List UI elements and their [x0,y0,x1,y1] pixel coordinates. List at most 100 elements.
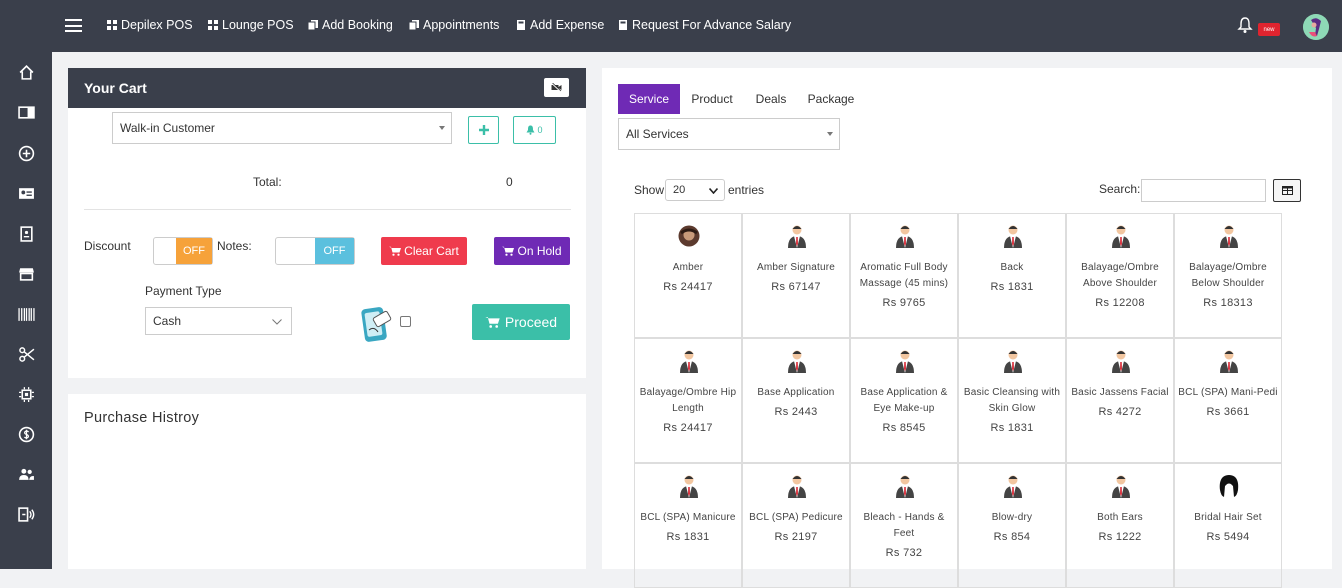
card-payment-checkbox[interactable] [400,316,411,327]
service-card[interactable]: Balayage/Ombre Above Shoulder Rs 12208 [1066,213,1174,338]
service-card[interactable]: Bleach - Hands & Feet Rs 732 [850,463,958,588]
service-text: BCL (SPA) Manicure Rs 1831 [637,510,739,545]
service-text: Both Ears Rs 1222 [1069,510,1171,545]
video-off-button[interactable] [544,78,569,97]
stylist-icon [894,349,916,373]
dispatch-icon[interactable] [16,504,36,524]
service-price: Rs 732 [885,547,923,559]
tab-package[interactable]: Package [802,84,860,114]
stylist-icon [678,474,700,498]
divider [84,209,571,210]
customer-select[interactable]: Walk-in Customer [112,112,452,144]
stylist-icon [1002,474,1024,498]
grid-view-button[interactable] [1273,179,1301,202]
service-card[interactable]: Balayage/Ombre Below Shoulder Rs 18313 [1174,213,1282,338]
service-text: Amber Signature Rs 67147 [745,260,847,295]
columns-icon[interactable] [16,102,36,122]
service-card[interactable]: Bridal Hair Set Rs 5494 [1174,463,1282,588]
service-name: Bleach - Hands & Feet [863,512,945,539]
purchase-history-panel: Purchase Histroy [68,394,586,569]
proceed-label: Proceed [504,314,558,330]
service-filter-value: All Services [626,127,689,141]
tab-product[interactable]: Product [686,84,738,114]
hamburger-menu-icon[interactable] [65,19,82,32]
service-price: Rs 1831 [990,422,1034,434]
service-card[interactable]: Both Ears Rs 1222 [1066,463,1174,588]
service-text: Balayage/Ombre Above Shoulder Rs 12208 [1069,260,1171,311]
service-card[interactable]: BCL (SPA) Manicure Rs 1831 [634,463,742,588]
payment-type-select[interactable]: Cash [145,307,292,335]
service-card[interactable]: Amber Signature Rs 67147 [742,213,850,338]
on-hold-button[interactable]: On Hold [494,237,570,265]
service-name: Basic Jassens Facial [1071,387,1169,398]
nav-request-advance-salary[interactable]: Request For Advance Salary [618,18,791,32]
service-card[interactable]: Aromatic Full Body Massage (45 mins) Rs 9… [850,213,958,338]
add-customer-button[interactable] [468,116,499,144]
service-text: Basic Cleansing with Skin Glow Rs 1831 [961,385,1063,436]
clipboard-icon[interactable] [16,223,36,243]
service-text: Base Application & Eye Make-up Rs 8545 [853,385,955,436]
service-card[interactable]: Blow-dry Rs 854 [958,463,1066,588]
notification-badge: new [1258,23,1280,36]
top-navbar: Depilex POS Lounge POS Add Booking Appoi… [0,0,1342,52]
total-label: Total: [253,175,282,189]
service-card[interactable]: Back Rs 1831 [958,213,1066,338]
service-price: Rs 24417 [663,281,713,293]
service-price: Rs 3661 [1206,406,1250,418]
home-icon[interactable] [16,62,36,82]
avatar[interactable] [1303,14,1329,40]
nav-lounge-pos[interactable]: Lounge POS [208,18,294,32]
service-text: BCL (SPA) Mani-Pedi Rs 3661 [1177,385,1279,420]
service-price: Rs 12208 [1095,297,1145,309]
card-reader-icon [360,306,394,344]
service-filter-select[interactable]: All Services [618,118,840,150]
discount-toggle[interactable]: OFF [153,237,213,265]
bell-icon[interactable] [1237,16,1253,34]
cart-icon [485,316,500,328]
service-text: Balayage/Ombre Hip Length Rs 24417 [637,385,739,436]
nav-depilex-pos[interactable]: Depilex POS [107,18,193,32]
dollar-icon[interactable] [16,424,36,444]
cart-title: Your Cart [84,80,147,96]
nav-appointments[interactable]: Appointments [409,18,499,32]
scissors-icon[interactable] [16,344,36,364]
entries-select[interactable]: 20 [665,179,725,201]
service-card[interactable]: Balayage/Ombre Hip Length Rs 24417 [634,338,742,463]
service-card[interactable]: Amber Rs 24417 [634,213,742,338]
service-card[interactable]: Basic Cleansing with Skin Glow Rs 1831 [958,338,1066,463]
purchase-history-title: Purchase Histroy [84,410,200,426]
tab-service[interactable]: Service [618,84,680,114]
notes-toggle[interactable]: OFF [275,237,355,265]
store-icon[interactable] [16,263,36,283]
id-card-icon[interactable] [16,183,36,203]
service-card[interactable]: BCL (SPA) Pedicure Rs 2197 [742,463,850,588]
user-avatar-icon [1303,14,1329,40]
nav-add-expense[interactable]: Add Expense [516,18,604,32]
clear-cart-button[interactable]: Clear Cart [381,237,467,265]
service-name: Blow-dry [991,512,1033,523]
barcode-icon[interactable] [16,304,36,324]
discount-label: Discount [84,239,131,253]
entries-value: 20 [673,184,686,196]
service-card[interactable]: Basic Jassens Facial Rs 4272 [1066,338,1174,463]
service-card[interactable]: Base Application & Eye Make-up Rs 8545 [850,338,958,463]
nav-label: Depilex POS [121,18,193,32]
proceed-button[interactable]: Proceed [472,304,570,340]
tab-deals[interactable]: Deals [748,84,794,114]
service-text: Bleach - Hands & Feet Rs 732 [853,510,955,561]
plus-circle-icon[interactable] [16,143,36,163]
calculator-icon [619,20,627,30]
service-name: Bridal Hair Set [1194,512,1262,523]
search-input[interactable] [1141,179,1266,202]
entries-label: entries [728,183,765,197]
nav-add-booking[interactable]: Add Booking [308,18,393,32]
service-text: Base Application Rs 2443 [745,385,847,420]
service-card[interactable]: Base Application Rs 2443 [742,338,850,463]
cart-panel: Your Cart Walk-in Customer 0 Total: 0 Di… [68,68,586,378]
users-icon[interactable] [16,464,36,484]
chip-icon[interactable] [16,384,36,404]
service-text: Blow-dry Rs 854 [961,510,1063,545]
bell-icon [526,125,535,135]
service-card[interactable]: BCL (SPA) Mani-Pedi Rs 3661 [1174,338,1282,463]
notify-button[interactable]: 0 [513,116,556,144]
